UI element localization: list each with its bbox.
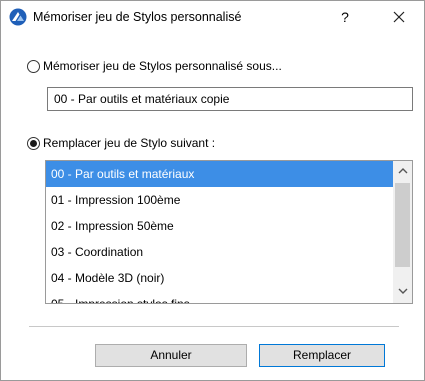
- close-icon[interactable]: [385, 5, 413, 29]
- save-as-radio[interactable]: [27, 59, 40, 73]
- help-button[interactable]: ?: [337, 8, 353, 26]
- list-item[interactable]: 05 - Impression stylos fins: [46, 291, 393, 303]
- replace-button[interactable]: Remplacer: [259, 344, 385, 367]
- save-as-label: Mémoriser jeu de Stylos personnalisé sou…: [43, 59, 282, 73]
- save-as-option[interactable]: Mémoriser jeu de Stylos personnalisé sou…: [27, 59, 282, 73]
- save-pen-set-dialog: Mémoriser jeu de Stylos personnalisé ? M…: [0, 0, 425, 381]
- replace-radio[interactable]: [27, 136, 40, 150]
- scrollbar-thumb[interactable]: [395, 183, 410, 267]
- list-item[interactable]: 02 - Impression 50ème: [46, 213, 393, 239]
- chevron-up-icon[interactable]: [393, 163, 412, 181]
- list-scrollbar[interactable]: [393, 161, 412, 303]
- replace-label: Remplacer jeu de Stylo suivant :: [43, 136, 216, 150]
- replace-option[interactable]: Remplacer jeu de Stylo suivant :: [27, 136, 215, 150]
- cancel-button[interactable]: Annuler: [95, 344, 247, 367]
- list-item[interactable]: 03 - Coordination: [46, 239, 393, 265]
- list-item[interactable]: 01 - Impression 100ème: [46, 187, 393, 213]
- window-title: Mémoriser jeu de Stylos personnalisé: [33, 10, 242, 24]
- chevron-down-icon[interactable]: [393, 283, 412, 301]
- pen-set-list[interactable]: 00 - Par outils et matériaux 01 - Impres…: [45, 160, 413, 304]
- title-bar: Mémoriser jeu de Stylos personnalisé ?: [1, 1, 424, 32]
- list-item[interactable]: 00 - Par outils et matériaux: [46, 161, 393, 187]
- list-item[interactable]: 04 - Modèle 3D (noir): [46, 265, 393, 291]
- pen-set-list-items: 00 - Par outils et matériaux 01 - Impres…: [46, 161, 393, 303]
- pen-set-name-field[interactable]: 00 - Par outils et matériaux copie: [47, 87, 413, 111]
- divider: [29, 326, 399, 327]
- dialog-content: Mémoriser jeu de Stylos personnalisé sou…: [1, 32, 424, 380]
- archicad-logo-icon: [9, 8, 27, 26]
